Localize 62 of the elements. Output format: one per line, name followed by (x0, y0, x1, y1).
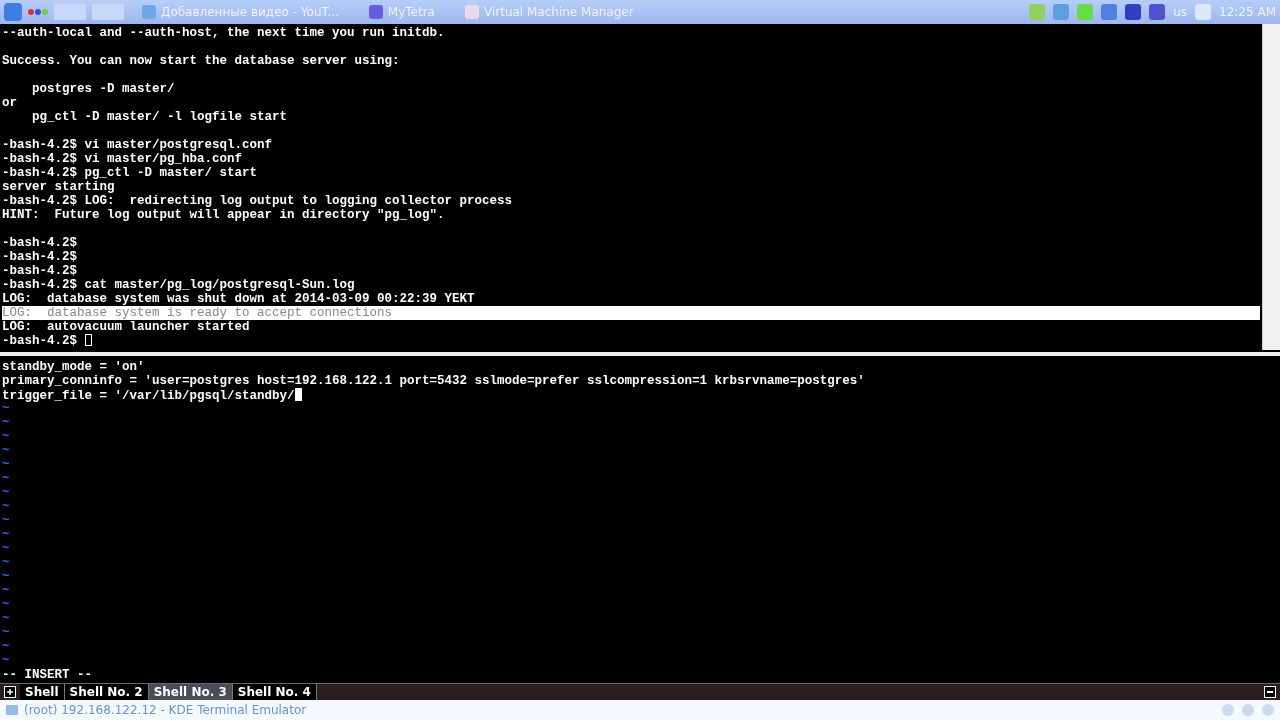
empty-line-marker: ~ (2, 542, 11, 556)
empty-line-marker: ~ (2, 500, 11, 514)
empty-line-marker: ~ (2, 416, 11, 430)
plus-icon (6, 688, 14, 696)
terminal-line: LOG: autovacuum launcher started (2, 320, 251, 334)
terminal-line: trigger_file = '/var/lib/pgsql/standby/ (2, 388, 1278, 402)
terminal-line: standby_mode = 'on' (2, 360, 146, 374)
window-title: (root) 192.168.122.12 - KDE Terminal Emulator (24, 703, 307, 717)
clock: 12:25 AM (1219, 5, 1276, 19)
terminal-line: -bash-4.2$ (2, 334, 1260, 348)
empty-line-marker: ~ (2, 402, 11, 416)
empty-line-marker: ~ (2, 598, 11, 612)
empty-line-marker: ~ (2, 612, 11, 626)
tab[interactable]: Shell No. 4 (232, 684, 317, 700)
terminal-line: -bash-4.2$ (2, 236, 78, 250)
new-tab-button[interactable] (4, 686, 16, 698)
app-icon (368, 5, 383, 19)
maximize-button[interactable] (1242, 704, 1254, 716)
terminal-line: -bash-4.2$ (2, 264, 78, 278)
terminal-line: --auth-local and --auth-host, the next time you run initdb. (2, 26, 446, 40)
terminal-line: -bash-4.2$ cat master/pg_log/postgresql-Sun.log (2, 278, 356, 292)
empty-line-marker: ~ (2, 584, 11, 598)
close-button[interactable] (1262, 704, 1274, 716)
empty-line-marker: ~ (2, 486, 11, 500)
terminal-line: postgres -D master/ (31, 82, 176, 96)
tab[interactable]: Shell (20, 684, 65, 700)
terminal-line: or (2, 96, 18, 110)
scrollbar[interactable] (1262, 24, 1280, 350)
empty-line-marker: ~ (2, 514, 11, 528)
terminal-line: HINT: Future log output will appear in directory "pg_log". (2, 208, 446, 222)
app-icon (464, 5, 479, 19)
terminal-line: server starting (2, 180, 116, 194)
terminal-line: primary_conninfo = 'user=postgres host=192.168.122.1 port=5432 sslmode=prefer sslcompression=1 krbsrvname=postgres' (2, 374, 866, 388)
desktop-pager[interactable] (92, 4, 124, 20)
empty-line-marker: ~ (2, 528, 11, 542)
empty-line-marker: ~ (2, 444, 11, 458)
empty-line-marker: ~ (2, 430, 11, 444)
empty-line-marker: ~ (2, 472, 11, 486)
app-launcher-icon[interactable] (4, 3, 22, 21)
desktop-pager[interactable] (54, 4, 86, 20)
terminal-line: -bash-4.2$ LOG: redirecting log output to logging collector process (2, 194, 514, 208)
vim-mode-indicator: -- INSERT -- (2, 668, 93, 682)
empty-line-marker: ~ (2, 654, 11, 668)
terminal-line: -bash-4.2$ vi master/pg_hba.conf (2, 152, 244, 166)
terminal-line: pg_ctl -D master/ -l logfile start (31, 110, 289, 124)
empty-line-marker: ~ (2, 570, 11, 584)
terminal-icon (6, 705, 18, 715)
close-tab-button[interactable] (1264, 686, 1276, 698)
tab[interactable]: Shell No. 3 (148, 684, 233, 700)
empty-line-marker: ~ (2, 640, 11, 654)
minimize-button[interactable] (1222, 704, 1234, 716)
colored-dots-icon[interactable] (28, 9, 48, 15)
terminal-line: LOG: database system was shut down at 2014-03-09 00:22:39 YEKT (2, 292, 476, 306)
app-icon (142, 5, 156, 19)
empty-line-marker: ~ (2, 458, 11, 472)
terminal-line: -bash-4.2$ vi master/postgresql.conf (2, 138, 274, 152)
tab[interactable]: Shell No. 2 (64, 684, 149, 700)
terminal-line: -bash-4.2$ pg_ctl -D master/ start (2, 166, 259, 180)
empty-line-marker: ~ (2, 556, 11, 570)
terminal-line: Success. You can now start the database server using: (2, 54, 401, 68)
terminal-line: -bash-4.2$ (2, 250, 78, 264)
empty-line-marker: ~ (2, 626, 11, 640)
